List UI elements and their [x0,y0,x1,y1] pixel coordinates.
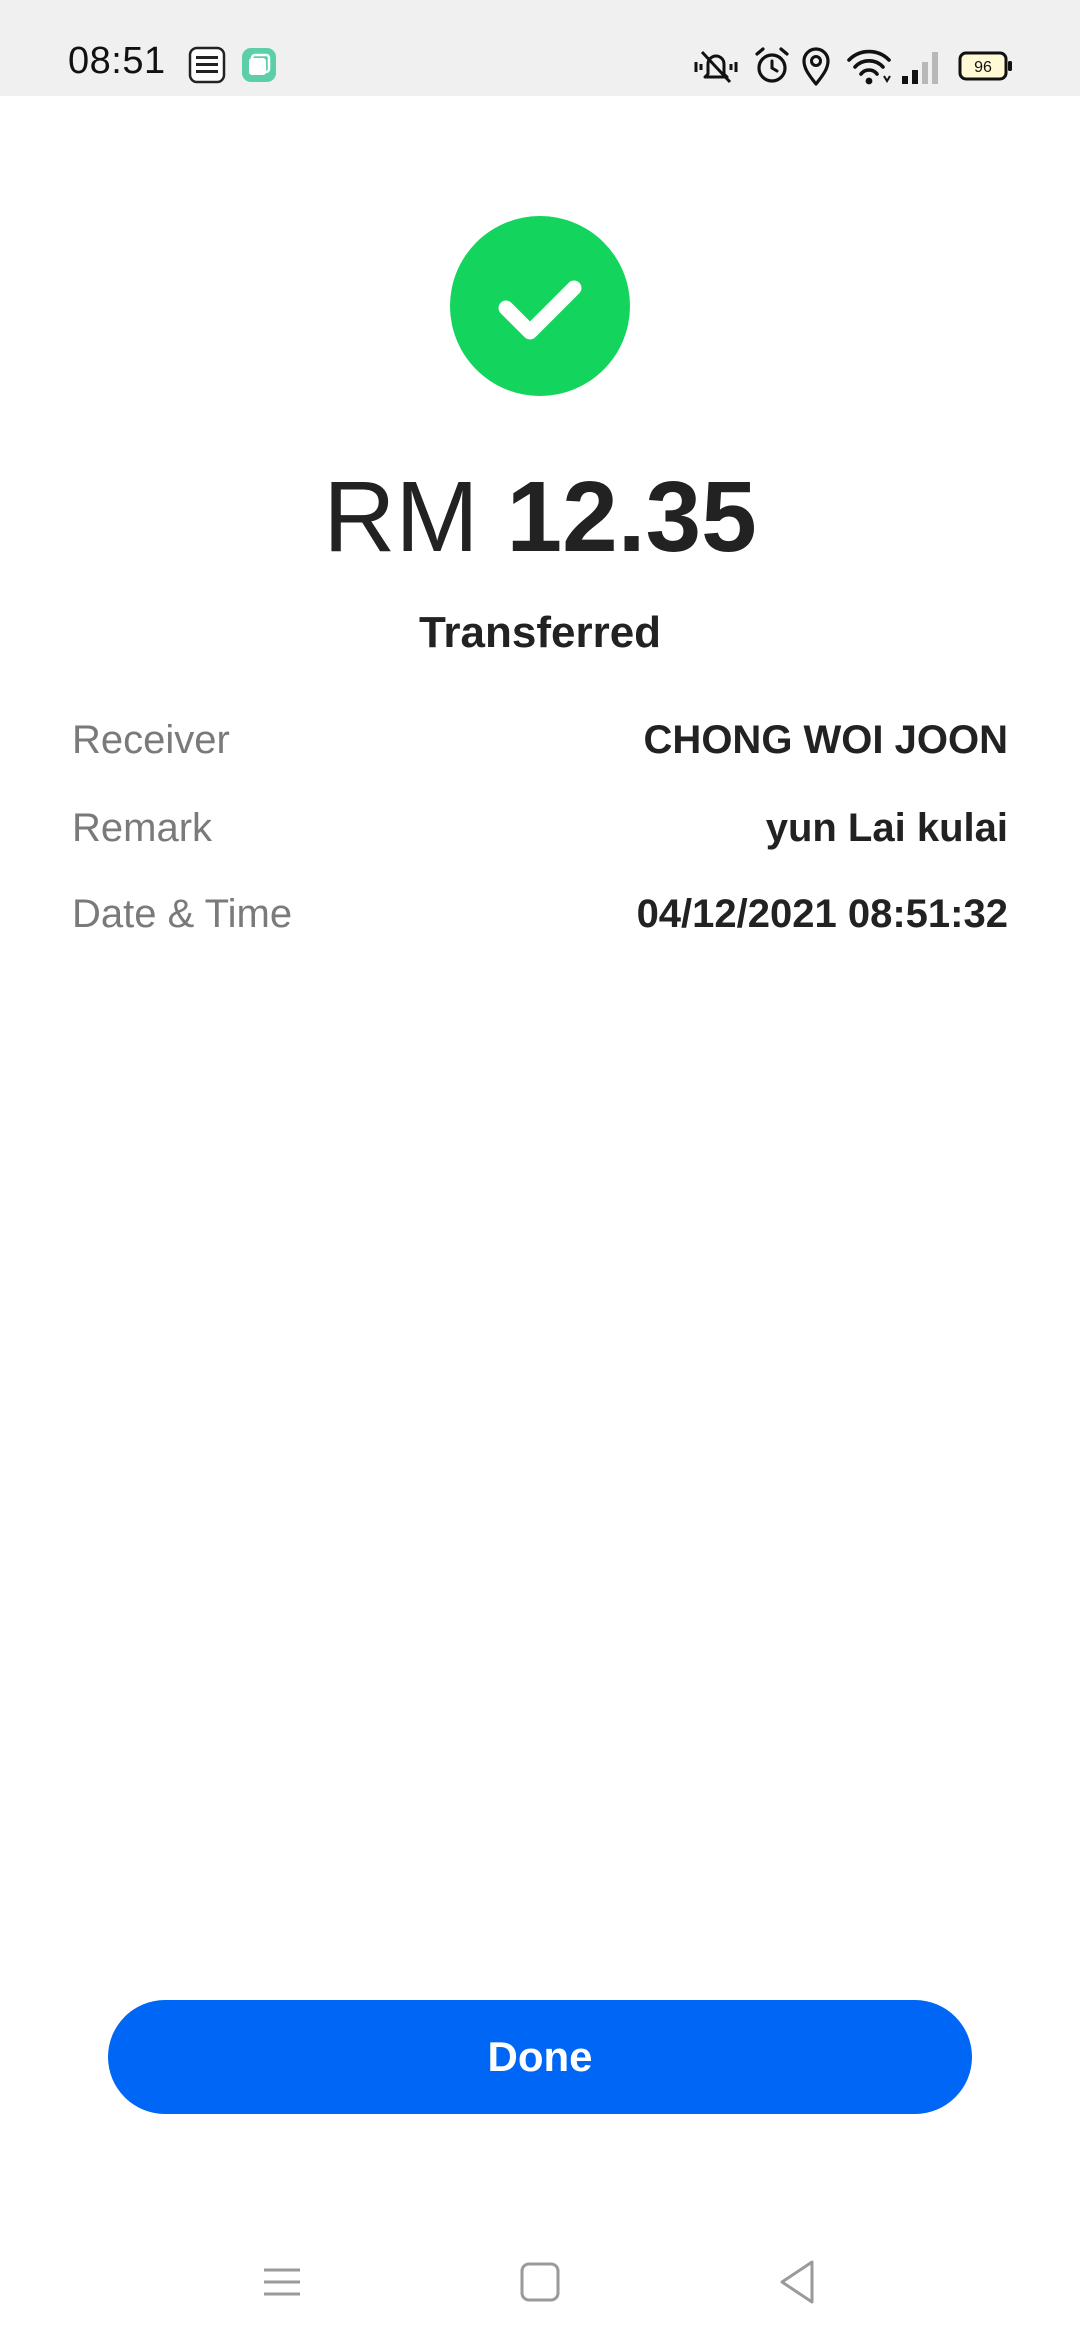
battery-level-text: 96 [974,59,992,76]
location-icon [802,47,830,86]
detail-row-receiver: Receiver CHONG WOI JOON [72,718,1008,774]
vibrate-mute-icon [694,50,738,84]
remark-value: yun Lai kulai [765,806,1008,850]
status-time: 08:51 [68,40,166,82]
cellular-signal-icon [902,52,938,84]
back-icon[interactable] [768,2252,828,2312]
currency-label: RM [323,461,479,573]
transfer-status: Transferred [418,608,662,657]
menu-icon[interactable] [252,2252,312,2312]
home-icon[interactable] [510,2252,570,2312]
transfer-amount: RM 12.35 [0,458,1080,576]
detail-label: Date & Time [72,892,293,936]
notification-app-icon [242,48,276,82]
wifi-icon [847,49,891,85]
done-button[interactable]: Done [108,2000,972,2114]
amount-value: 12.35 [506,461,757,573]
detail-row-date-time: Date & Time 04/12/2021 08:51:32 [72,892,1008,948]
touch-n-go-ewallet-icon [188,46,226,84]
detail-label: Remark [72,806,213,850]
alarm-icon [755,47,789,83]
receiver-name: CHONG WOI JOON [643,718,1008,762]
battery-icon: 96 [958,51,1012,81]
success-badge [450,216,630,396]
system-nav-bar [0,2220,1080,2340]
check-icon [498,280,582,340]
detail-label: Receiver [72,718,230,762]
transfer-success-screen: 08:51 96 RM 12.35 Transferred Receiver C… [0,0,1080,2340]
date-time-value: 04/12/2021 08:51:32 [636,892,1008,936]
detail-row-remark: Remark yun Lai kulai [72,806,1008,862]
status-bar: 08:51 96 [0,0,1080,96]
